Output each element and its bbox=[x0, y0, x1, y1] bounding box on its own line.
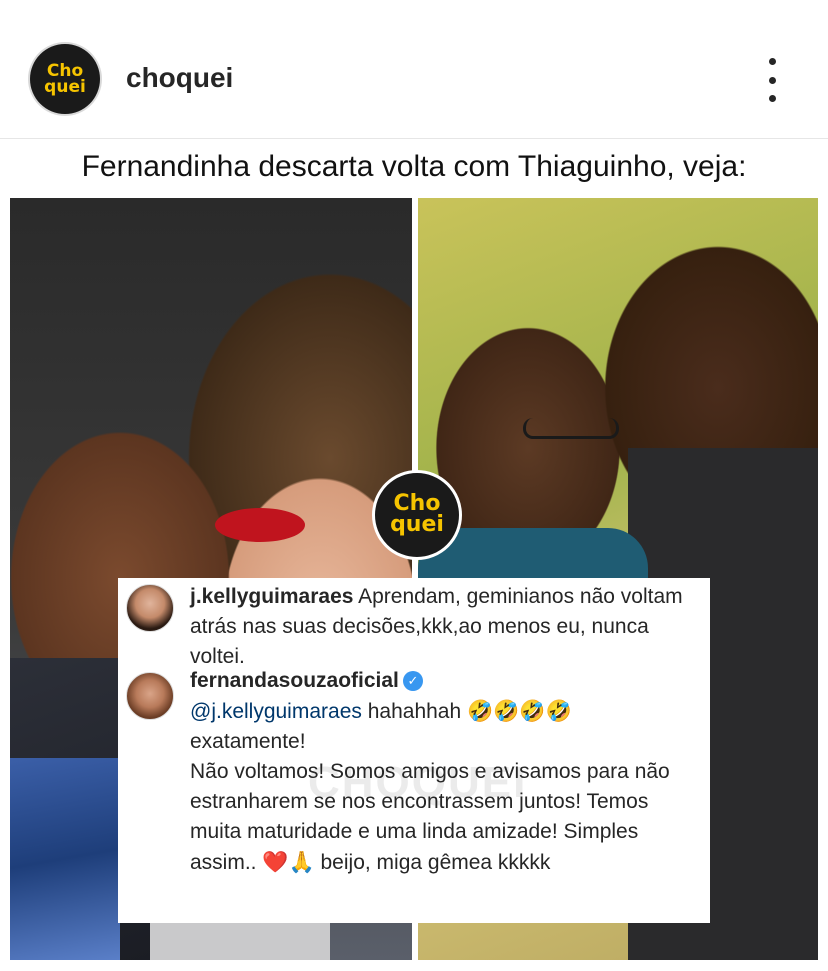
verified-badge-icon: ✓ bbox=[402, 671, 423, 692]
more-vertical-icon[interactable] bbox=[760, 58, 784, 102]
commenter-avatar[interactable] bbox=[126, 584, 174, 632]
watermark-logo-text: Cho quei bbox=[390, 493, 444, 537]
comment-username[interactable]: fernandasouzaoficial bbox=[190, 669, 399, 692]
dot bbox=[768, 58, 776, 65]
heart-pray-emoji-icon: ❤️🙏 bbox=[262, 850, 315, 874]
red-lips bbox=[215, 508, 305, 542]
dot bbox=[768, 95, 776, 102]
profile-avatar[interactable]: Cho quei bbox=[30, 44, 100, 114]
commenter-avatar[interactable] bbox=[126, 672, 174, 720]
post-header: Cho quei choquei bbox=[0, 0, 828, 139]
comment-body-part1: hahahhah bbox=[367, 700, 462, 723]
profile-username[interactable]: choquei bbox=[126, 62, 233, 94]
watermark-line-2: quei bbox=[390, 512, 444, 537]
comment-body-part2: exatamente! bbox=[190, 730, 306, 753]
choquei-logo: Cho quei bbox=[44, 62, 86, 97]
comment-username[interactable]: j.kellyguimaraes bbox=[190, 585, 353, 608]
comment-text-block: j.kellyguimaraes Aprendam, geminianos nã… bbox=[190, 582, 700, 672]
dot bbox=[768, 76, 776, 84]
choquei-watermark-logo: Cho quei bbox=[372, 470, 462, 560]
glasses bbox=[523, 418, 619, 439]
comment-text-block: fernandasouzaoficial ✓ @j.kellyguimaraes … bbox=[190, 666, 700, 878]
comment-body-part4: beijo, miga gêmea kkkkk bbox=[320, 851, 551, 874]
logo-line-2: quei bbox=[44, 77, 86, 97]
comments-screenshot: CHOQUEI j.kellyguimaraes Aprendam, gemin… bbox=[118, 578, 710, 923]
post-headline: Fernandinha descarta volta com Thiaguinh… bbox=[81, 150, 747, 183]
comment-mention[interactable]: @j.kellyguimaraes bbox=[190, 700, 362, 723]
scarf bbox=[10, 758, 120, 960]
laughing-emoji-icon: 🤣🤣🤣🤣 bbox=[467, 699, 572, 723]
